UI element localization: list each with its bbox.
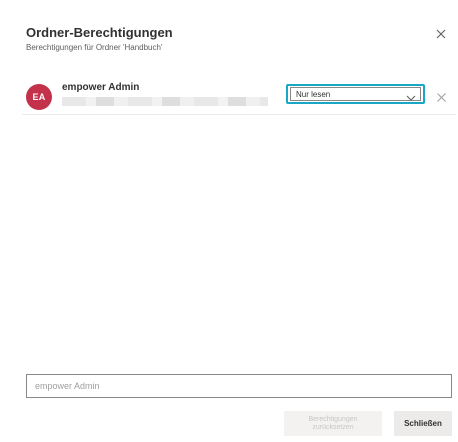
close-icon[interactable] bbox=[434, 27, 448, 41]
reset-permissions-button[interactable]: Berechtigungen zurücksetzen bbox=[284, 411, 382, 436]
remove-permission-icon[interactable] bbox=[436, 90, 447, 102]
permission-select-field[interactable]: Nur lesen bbox=[290, 87, 421, 101]
user-search-input[interactable] bbox=[26, 374, 452, 398]
permission-select[interactable]: Nur lesen bbox=[286, 84, 425, 104]
dialog-subtitle: Berechtigungen für Ordner 'Handbuch' bbox=[26, 43, 163, 52]
avatar: EA bbox=[26, 84, 52, 110]
dialog-title: Ordner-Berechtigungen bbox=[26, 25, 173, 40]
close-button[interactable]: Schließen bbox=[394, 411, 452, 436]
redacted-user-detail bbox=[62, 97, 268, 106]
user-name: empower Admin bbox=[62, 82, 140, 93]
folder-permissions-dialog: Ordner-Berechtigungen Berechtigungen für… bbox=[0, 0, 458, 442]
permission-row: EA empower Admin Nur lesen bbox=[22, 78, 456, 115]
permission-select-value: Nur lesen bbox=[296, 90, 331, 99]
chevron-down-icon bbox=[406, 90, 416, 101]
